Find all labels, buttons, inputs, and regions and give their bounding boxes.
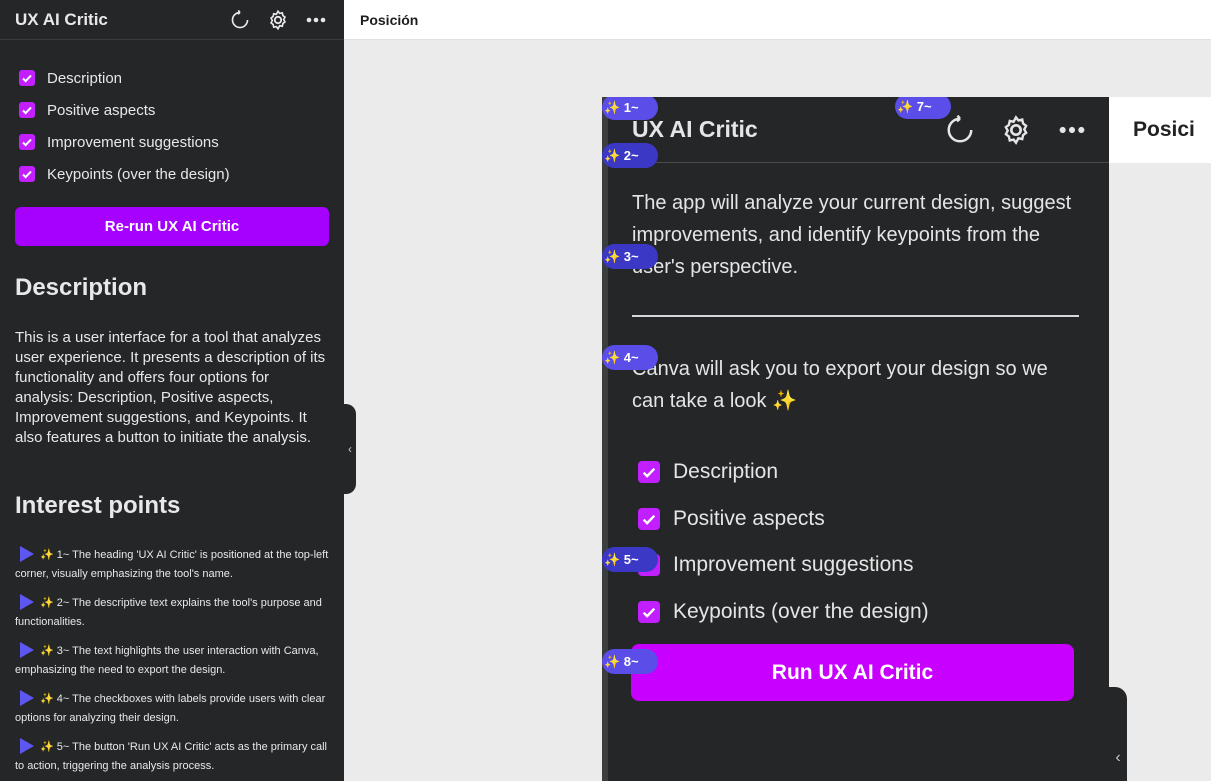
check-icon	[22, 138, 32, 147]
gear-icon	[997, 111, 1035, 149]
app-title: UX AI Critic	[15, 9, 108, 29]
screenshot-panel: UX AI Critic The app will analyze your c…	[602, 97, 1109, 781]
check-icon	[642, 607, 656, 618]
option-label: Positive aspects	[673, 506, 825, 530]
option-label: Positive aspects	[47, 101, 156, 119]
app-sidebar: UX AI Critic Description Positive aspect…	[0, 0, 344, 781]
screenshot-intro-text: The app will analyze your current design…	[632, 192, 1072, 278]
screenshot-option: Improvement suggestions	[638, 542, 1109, 589]
interest-point-text: ✨ 3~ The text highlights the user intera…	[15, 645, 319, 676]
triangle-right-icon	[20, 642, 34, 659]
description-heading: Description	[15, 274, 148, 301]
keypoint-badge-4[interactable]: ✨ 4~	[602, 345, 658, 370]
gear-icon[interactable]	[265, 7, 291, 33]
triangle-right-icon	[20, 546, 34, 563]
checkbox	[638, 507, 660, 530]
option-positive-aspects[interactable]: Positive aspects	[15, 94, 329, 126]
interest-point-text: ✨ 5~ The button 'Run UX AI Critic' acts …	[15, 741, 328, 772]
refresh-icon[interactable]	[227, 7, 253, 33]
list-item[interactable]: ✨ 5~ The button 'Run UX AI Critic' acts …	[15, 738, 329, 776]
check-icon	[22, 170, 32, 179]
header-actions	[227, 7, 329, 33]
keypoint-badge-3[interactable]: ✨ 3~	[602, 244, 658, 269]
sidebar-header: UX AI Critic	[0, 0, 344, 40]
option-description[interactable]: Description	[15, 62, 329, 94]
keypoint-badge-1[interactable]: ✨ 1~	[602, 97, 658, 120]
screenshot-option: Keypoints (over the design)	[638, 589, 1109, 636]
screenshot-option: Description	[638, 449, 1109, 496]
option-label: Description	[673, 460, 779, 484]
divider	[632, 315, 1079, 317]
chevron-left-icon: ‹	[348, 442, 352, 456]
keypoint-badge-5[interactable]: ✨ 5~	[602, 547, 658, 572]
screenshot-collapse-tab: ‹	[1109, 687, 1127, 781]
checkbox	[638, 461, 660, 484]
design-screenshot: UX AI Critic The app will analyze your c…	[602, 97, 1211, 781]
screenshot-option: Positive aspects	[638, 496, 1109, 543]
screenshot-title: UX AI Critic	[632, 116, 758, 142]
option-label: Improvement suggestions	[673, 553, 914, 577]
checkbox[interactable]	[19, 166, 35, 182]
list-item[interactable]: ✨ 3~ The text highlights the user intera…	[15, 642, 329, 680]
interest-points-heading: Interest points	[15, 492, 181, 519]
list-item[interactable]: ✨ 2~ The descriptive text explains the t…	[15, 594, 329, 632]
topbar-title: Posición	[360, 11, 419, 28]
checkbox[interactable]	[19, 70, 35, 86]
more-icon[interactable]	[303, 7, 329, 33]
screenshot-options: Description Positive aspects Improvement…	[638, 449, 1109, 635]
check-icon	[22, 106, 32, 115]
option-label: Keypoints (over the design)	[673, 599, 929, 623]
analysis-options: Description Positive aspects Improvement…	[0, 40, 344, 190]
collapse-sidebar-handle[interactable]: ‹	[344, 404, 356, 494]
rerun-button[interactable]: Re-run UX AI Critic	[15, 207, 329, 246]
option-label: Keypoints (over the design)	[47, 165, 230, 183]
option-label: Improvement suggestions	[47, 133, 219, 151]
check-icon	[22, 74, 32, 83]
keypoint-badge-7[interactable]: ✨ 7~	[895, 97, 951, 119]
interest-point-text: ✨ 2~ The descriptive text explains the t…	[15, 597, 322, 628]
refresh-icon	[941, 111, 979, 149]
more-icon	[1053, 111, 1091, 149]
list-item[interactable]: ✨ 4~ The checkboxes with labels provide …	[15, 690, 329, 728]
option-keypoints[interactable]: Keypoints (over the design)	[15, 158, 329, 190]
keypoint-badge-8[interactable]: ✨ 8~	[602, 649, 658, 674]
check-icon	[642, 514, 656, 525]
checkbox[interactable]	[19, 102, 35, 118]
screenshot-export-text: Canva will ask you to export your design…	[632, 358, 1048, 412]
option-improvement-suggestions[interactable]: Improvement suggestions	[15, 126, 329, 158]
list-item[interactable]: ✨ 1~ The heading 'UX AI Critic' is posit…	[15, 546, 329, 584]
keypoint-badge-2[interactable]: ✨ 2~	[602, 143, 658, 168]
screenshot-header-actions	[941, 111, 1091, 149]
screenshot-header: UX AI Critic	[608, 97, 1109, 163]
editor-topbar: Posición	[344, 0, 1211, 40]
triangle-right-icon	[20, 690, 34, 707]
interest-point-text: ✨ 1~ The heading 'UX AI Critic' is posit…	[15, 549, 329, 580]
screenshot-topbar: Posici	[1109, 97, 1211, 163]
option-label: Description	[47, 69, 123, 87]
interest-points-list: ✨ 1~ The heading 'UX AI Critic' is posit…	[15, 546, 329, 776]
chevron-left-icon: ‹	[1115, 749, 1121, 766]
description-text: This is a user interface for a tool that…	[15, 329, 326, 446]
triangle-right-icon	[20, 594, 34, 611]
screenshot-run-button: Run UX AI Critic	[631, 644, 1074, 701]
triangle-right-icon	[20, 738, 34, 755]
interest-point-text: ✨ 4~ The checkboxes with labels provide …	[15, 693, 326, 724]
check-icon	[642, 468, 656, 479]
checkbox	[638, 600, 660, 623]
checkbox[interactable]	[19, 134, 35, 150]
